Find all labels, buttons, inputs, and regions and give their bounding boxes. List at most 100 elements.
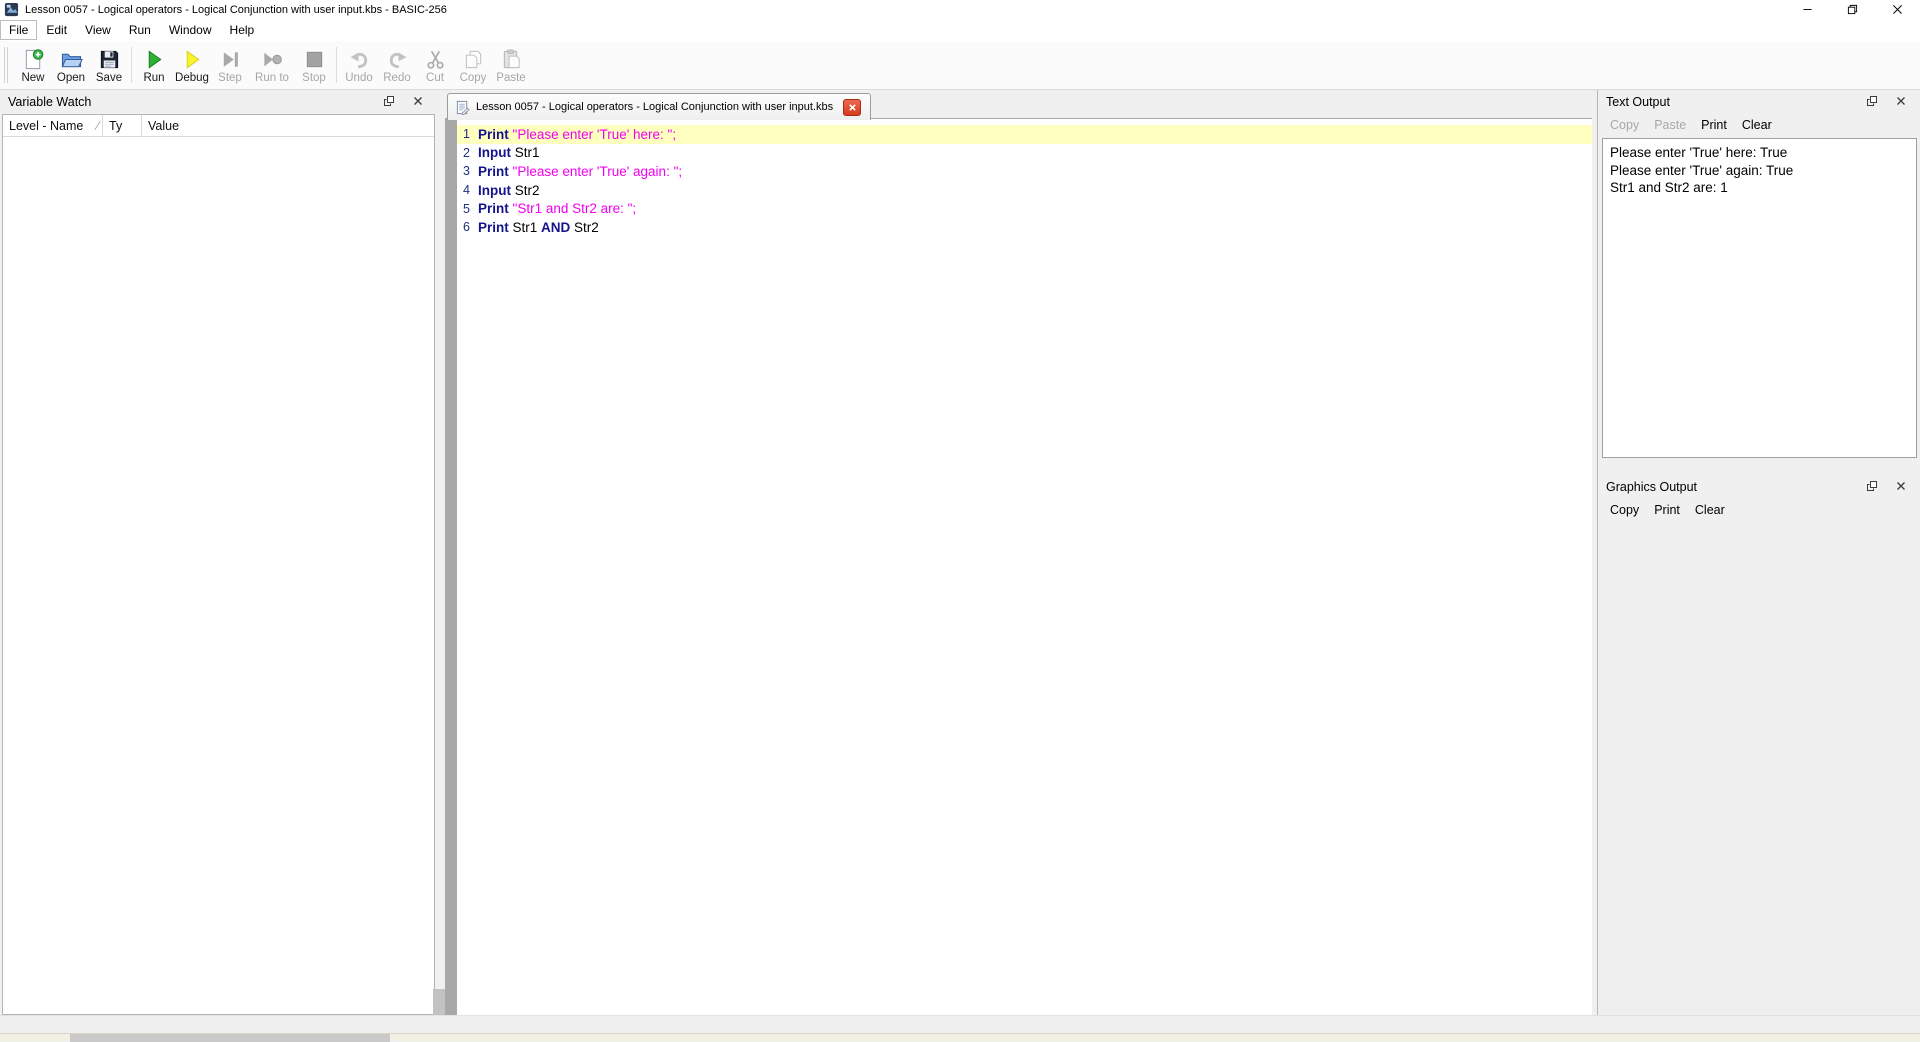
close-panel-icon[interactable]: [1895, 480, 1907, 492]
line-number[interactable]: 4: [457, 183, 470, 197]
line-number[interactable]: 6: [457, 220, 470, 234]
code-token: "Str1 and Str2 are: ";: [513, 201, 637, 216]
undo-icon: [348, 48, 371, 71]
column-header-value[interactable]: Value: [142, 115, 434, 136]
toolbar-button-label: Save: [96, 72, 122, 84]
stop-icon: [303, 48, 326, 71]
editor-tabbar: Lesson 0057 - Logical operators - Logica…: [445, 90, 1592, 119]
variable-watch-table: Level - Name Ty Value: [2, 114, 435, 1015]
code-token: AND: [541, 220, 570, 235]
toolbar-button-label: Run: [143, 72, 164, 84]
code-text: Print "Please enter 'True' again: ";: [478, 164, 682, 179]
toolbar-button-label: Run to: [255, 72, 289, 84]
toolbar-button-save[interactable]: Save: [90, 47, 128, 84]
text-output-content[interactable]: Please enter 'True' here: TruePlease ent…: [1602, 138, 1917, 458]
toolbar-button-label: New: [21, 72, 44, 84]
code-token: "Please enter 'True' again: ";: [513, 164, 683, 179]
toolbar-button-new[interactable]: New: [14, 47, 52, 84]
workspace: Variable Watch Level - Name Ty Value Lesso…: [0, 90, 1920, 1015]
panel-splitter[interactable]: [437, 90, 445, 1015]
menu-item-edit[interactable]: Edit: [37, 20, 76, 40]
float-panel-icon[interactable]: [1866, 480, 1878, 492]
variable-watch-titlebar: Variable Watch: [0, 90, 437, 114]
graphics-output-titlebar: Graphics Output: [1598, 475, 1920, 499]
toolbar-button-open[interactable]: Open: [52, 47, 90, 84]
window-title: Lesson 0057 - Logical operators - Logica…: [25, 4, 447, 16]
variable-watch-body[interactable]: [3, 137, 434, 1014]
breakpoint-gutter[interactable]: [445, 119, 457, 1015]
toolbar-button-run-to: Run to: [249, 47, 295, 84]
code-token: Str2: [511, 183, 540, 198]
toolbar-button-run[interactable]: Run: [135, 47, 173, 84]
text-output-copy-button: Copy: [1610, 118, 1639, 132]
close-panel-icon[interactable]: [1895, 95, 1907, 107]
graphics-output-clear-button[interactable]: Clear: [1695, 503, 1725, 517]
editor-tab[interactable]: Lesson 0057 - Logical operators - Logica…: [447, 93, 871, 120]
text-output-title: Text Output: [1606, 95, 1670, 109]
code-line-3[interactable]: 3 Print "Please enter 'True' again: ";: [457, 162, 1592, 181]
step-icon: [219, 48, 242, 71]
code-line-1[interactable]: 1 Print "Please enter 'True' here: ";: [457, 125, 1592, 144]
menu-item-window[interactable]: Window: [160, 20, 221, 40]
code-token: Str2: [570, 220, 599, 235]
variable-watch-title: Variable Watch: [8, 95, 91, 109]
graphics-output-copy-button[interactable]: Copy: [1610, 503, 1639, 517]
code-line-2[interactable]: 2Input Str1: [457, 144, 1592, 163]
debug-icon: [181, 48, 204, 71]
text-output-print-button[interactable]: Print: [1701, 118, 1727, 132]
variable-watch-panel: Variable Watch Level - Name Ty Value: [0, 90, 437, 1015]
output-line: Please enter 'True' here: True: [1610, 144, 1909, 162]
line-number[interactable]: 5: [457, 202, 470, 216]
code-token: Input: [478, 183, 511, 198]
line-number[interactable]: 1: [457, 127, 470, 141]
window-controls: [1785, 0, 1920, 19]
code-line-5[interactable]: 5 Print "Str1 and Str2 are: ";: [457, 199, 1592, 218]
variable-watch-header: Level - Name Ty Value: [3, 115, 434, 137]
toolbar-button-step: Step: [211, 47, 249, 84]
close-panel-icon[interactable]: [412, 95, 424, 107]
code-token: Print: [478, 220, 509, 235]
toolbar-drag-handle[interactable]: [4, 47, 8, 83]
code-text: Print "Please enter 'True' here: ";: [478, 127, 676, 142]
toolbar-button-copy: Copy: [454, 47, 492, 84]
line-number[interactable]: 3: [457, 164, 470, 178]
run-to-icon: [261, 48, 284, 71]
toolbar-button-undo: Undo: [340, 47, 378, 84]
column-header-label: Ty: [109, 119, 122, 133]
menu-item-file[interactable]: File: [0, 20, 37, 40]
restore-button[interactable]: [1830, 0, 1875, 19]
text-output-buttons: CopyPastePrintClear: [1610, 114, 1920, 136]
column-header-level-name[interactable]: Level - Name: [3, 115, 103, 136]
code-editor[interactable]: 1Print "Please enter 'True' here: ";2Inp…: [445, 119, 1592, 1015]
menu-item-run[interactable]: Run: [120, 20, 160, 40]
toolbar-button-redo: Redo: [378, 47, 416, 84]
toolbar-separator: [336, 47, 337, 83]
column-header-label: Value: [148, 119, 179, 133]
redo-icon: [386, 48, 409, 71]
toolbar-button-cut: Cut: [416, 47, 454, 84]
code-line-4[interactable]: 4 Input Str2: [457, 181, 1592, 200]
toolbar-button-debug[interactable]: Debug: [173, 47, 211, 84]
code-line-6[interactable]: 6Print Str1 AND Str2: [457, 218, 1592, 237]
toolbar-button-label: Cut: [426, 72, 444, 84]
editor-tab-label: Lesson 0057 - Logical operators - Logica…: [476, 101, 833, 113]
title-bar: Lesson 0057 - Logical operators - Logica…: [0, 0, 1920, 19]
menu-item-view[interactable]: View: [76, 20, 120, 40]
float-panel-icon[interactable]: [383, 95, 395, 107]
dock-splitter[interactable]: [1598, 458, 1920, 475]
close-button[interactable]: [1875, 0, 1920, 19]
save-icon: [98, 48, 121, 71]
code-text: Print "Str1 and Str2 are: ";: [478, 201, 636, 216]
minimize-button[interactable]: [1785, 0, 1830, 19]
sort-indicator-icon: [89, 121, 102, 130]
column-header-ty[interactable]: Ty: [103, 115, 142, 136]
tab-close-icon[interactable]: [843, 99, 861, 116]
app-icon[interactable]: [4, 2, 19, 17]
menu-item-help[interactable]: Help: [221, 20, 264, 40]
toolbar-button-label: Paste: [496, 72, 525, 84]
graphics-output-print-button[interactable]: Print: [1654, 503, 1680, 517]
line-number[interactable]: 2: [457, 146, 470, 160]
text-output-clear-button[interactable]: Clear: [1742, 118, 1772, 132]
code-token: Print: [478, 201, 509, 216]
float-panel-icon[interactable]: [1866, 95, 1878, 107]
